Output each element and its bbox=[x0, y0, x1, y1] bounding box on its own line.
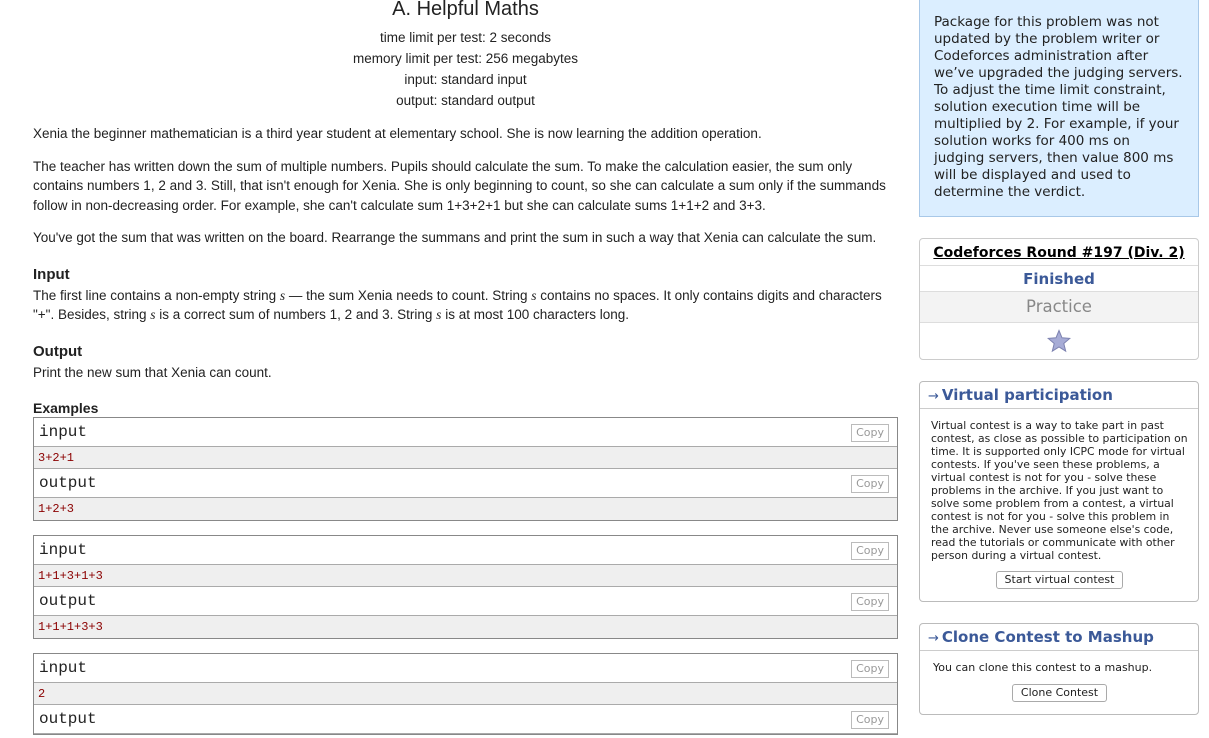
package-notice: Package for this problem was not updated… bbox=[919, 0, 1199, 217]
star-icon[interactable] bbox=[920, 323, 1198, 359]
examples-title: Examples bbox=[33, 400, 99, 416]
copy-input-button[interactable]: Copy bbox=[851, 542, 889, 560]
legend-paragraph-1: Xenia the beginner mathematician is a th… bbox=[33, 126, 762, 141]
output-file: output: standard output bbox=[396, 93, 535, 108]
clone-contest-box: → Clone Contest to Mashup You can clone t… bbox=[919, 623, 1199, 715]
example-input-value: 3+2+1 bbox=[34, 447, 897, 469]
input-label: input bbox=[39, 541, 88, 559]
input-label: input bbox=[39, 659, 88, 677]
star-icon-svg bbox=[1046, 329, 1072, 353]
problem-title: A. Helpful Maths bbox=[392, 0, 539, 20]
copy-input-button[interactable]: Copy bbox=[851, 660, 889, 678]
contest-status: Finished bbox=[920, 266, 1198, 292]
output-label: output bbox=[39, 710, 97, 728]
virtual-participation-body: Virtual contest is a way to take part in… bbox=[920, 409, 1198, 601]
copy-output-button[interactable]: Copy bbox=[851, 475, 889, 493]
legend-paragraph-3: You've got the sum that was written on t… bbox=[33, 230, 877, 245]
input-specification: The first line contains a non-empty stri… bbox=[33, 286, 898, 325]
arrow-right-icon: → bbox=[928, 631, 939, 646]
copy-output-button[interactable]: Copy bbox=[851, 711, 889, 729]
memory-limit: memory limit per test: 256 megabytes bbox=[352, 51, 579, 66]
contest-info-box: Codeforces Round #197 (Div. 2) Finished … bbox=[919, 238, 1199, 360]
example-output-value: 1+2+3 bbox=[34, 498, 897, 520]
contest-name-link[interactable]: Codeforces Round #197 (Div. 2) bbox=[920, 239, 1198, 266]
example-output-header: output Copy bbox=[34, 705, 897, 734]
input-file: input: standard input bbox=[404, 72, 527, 87]
virtual-participation-header: → Virtual participation bbox=[920, 382, 1198, 409]
problem-statement: A. Helpful Maths time limit per test: 2 … bbox=[33, 0, 898, 735]
example-input-value: 2 bbox=[34, 683, 897, 705]
start-virtual-contest-button[interactable]: Start virtual contest bbox=[995, 571, 1124, 589]
virtual-participation-text: Virtual contest is a way to take part in… bbox=[931, 419, 1188, 562]
example-test-3: input Copy 2 output Copy bbox=[33, 653, 898, 735]
example-input-header: input Copy bbox=[34, 418, 897, 447]
example-output-value: 1+1+1+3+3 bbox=[34, 616, 897, 638]
input-spec-text: The first line contains a non-empty stri… bbox=[33, 287, 280, 303]
example-input-header: input Copy bbox=[34, 654, 897, 683]
input-label: input bbox=[39, 423, 88, 441]
virtual-participation-box: → Virtual participation Virtual contest i… bbox=[919, 381, 1199, 602]
clone-contest-header: → Clone Contest to Mashup bbox=[920, 624, 1198, 651]
legend-paragraph-2: The teacher has written down the sum of … bbox=[33, 158, 886, 213]
clone-contest-body: You can clone this contest to a mashup. … bbox=[920, 651, 1198, 714]
output-section-title: Output bbox=[33, 342, 83, 360]
example-output-header: output Copy bbox=[34, 469, 897, 498]
example-input-header: input Copy bbox=[34, 536, 897, 565]
input-spec-text: is at most 100 characters long. bbox=[441, 307, 630, 322]
clone-contest-text: You can clone this contest to a mashup. bbox=[933, 661, 1153, 674]
output-specification: Print the new sum that Xenia can count. bbox=[33, 364, 272, 380]
example-test-2: input Copy 1+1+3+1+3 output Copy 1+1+1+3… bbox=[33, 535, 898, 639]
example-test-1: input Copy 3+2+1 output Copy 1+2+3 bbox=[33, 417, 898, 521]
example-output-header: output Copy bbox=[34, 587, 897, 616]
clone-contest-title: Clone Contest to Mashup bbox=[941, 628, 1154, 646]
copy-output-button[interactable]: Copy bbox=[851, 593, 889, 611]
output-label: output bbox=[39, 592, 97, 610]
input-spec-text: is a correct sum of numbers 1, 2 and 3. … bbox=[155, 307, 437, 322]
sidebar: Package for this problem was not updated… bbox=[919, 0, 1199, 715]
virtual-participation-title: Virtual participation bbox=[941, 386, 1113, 404]
time-limit: time limit per test: 2 seconds bbox=[379, 30, 552, 45]
example-input-value: 1+1+3+1+3 bbox=[34, 565, 897, 587]
input-spec-text: — the sum Xenia needs to count. String bbox=[285, 287, 532, 303]
input-section-title: Input bbox=[33, 265, 70, 283]
problem-limits: time limit per test: 2 seconds memory li… bbox=[33, 27, 898, 111]
arrow-right-icon: → bbox=[928, 389, 939, 404]
clone-contest-button[interactable]: Clone Contest bbox=[1011, 684, 1108, 702]
copy-input-button[interactable]: Copy bbox=[851, 424, 889, 442]
output-label: output bbox=[39, 474, 97, 492]
contest-phase: Practice bbox=[920, 292, 1198, 323]
